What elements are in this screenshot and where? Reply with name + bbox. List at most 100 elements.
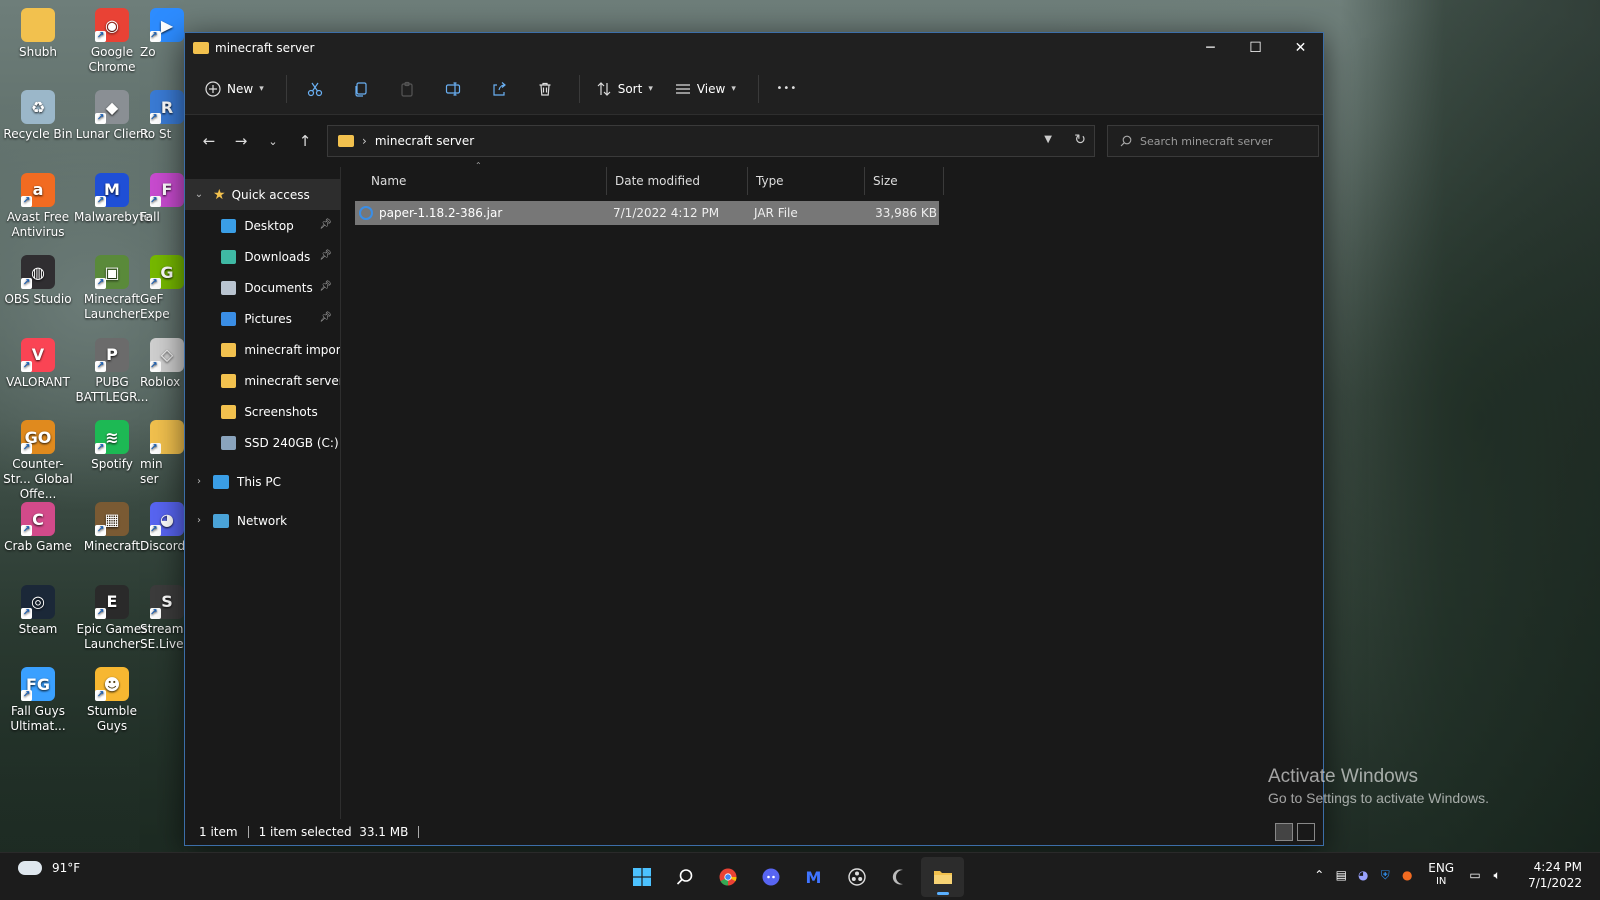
details-view-toggle[interactable] [1275, 823, 1293, 841]
delete-button[interactable] [525, 72, 565, 106]
discord-tray-icon[interactable]: ◕ [1352, 868, 1374, 882]
taskbar-lunar-client[interactable] [878, 857, 921, 897]
volume-icon[interactable]: 🔈︎ [1486, 868, 1508, 883]
pin-icon[interactable]: 📌︎ [319, 281, 332, 292]
network-icon[interactable]: ▭ [1464, 868, 1486, 882]
large-icons-view-toggle[interactable] [1297, 823, 1315, 841]
desktop-icon[interactable]: C ↗ Crab Game [0, 502, 76, 554]
nav-quick-access[interactable]: ⌄ ★ Quick access [185, 179, 340, 210]
shortcut-arrow-icon: ↗ [95, 360, 106, 372]
language-indicator[interactable]: ENG IN [1428, 861, 1454, 889]
collapse-chevron-icon[interactable]: › [185, 515, 213, 526]
app-icon: ☻ ↗ [95, 667, 129, 702]
search-input[interactable] [1140, 134, 1310, 148]
clock[interactable]: 4:24 PM 7/1/2022 [1528, 859, 1582, 891]
taskbar-discord[interactable] [749, 857, 792, 897]
address-bar[interactable]: › minecraft server ▼ ↻ [327, 125, 1095, 157]
tray-app-icon[interactable]: ▤ [1330, 868, 1352, 882]
refresh-icon[interactable]: ↻ [1074, 132, 1086, 148]
desktop-icon[interactable]: R ↗ Ro St [140, 90, 184, 142]
defender-shield-icon[interactable]: ⛨ [1374, 868, 1396, 883]
desktop-icon[interactable]: FG ↗ Fall Guys Ultimat... [0, 667, 76, 734]
desktop-icon[interactable]: F ↗ Fall [140, 172, 184, 225]
weather-widget[interactable]: 91°F [18, 861, 80, 875]
nav-item[interactable]: Downloads 📌︎ [185, 241, 340, 272]
desktop-icon[interactable]: ◍ ↗ OBS Studio [0, 255, 76, 307]
trash-icon [539, 82, 551, 96]
desktop-icon[interactable]: G ↗ GeF Expe [140, 255, 184, 322]
desktop-icon[interactable]: ↗ min ser [140, 420, 184, 487]
nav-item[interactable]: Documents 📌︎ [185, 272, 340, 303]
copy-button[interactable] [341, 72, 381, 106]
minimize-button[interactable]: ─ [1188, 33, 1233, 63]
pin-icon[interactable]: 📌︎ [319, 219, 332, 230]
desktop-icon[interactable]: ♻ Recycle Bin [0, 90, 76, 142]
app-icon: G ↗ [150, 255, 184, 290]
taskbar-search-button[interactable] [663, 857, 706, 897]
column-header-type[interactable]: Type [748, 167, 865, 195]
show-hidden-icons-chevron[interactable]: ⌃ [1308, 868, 1330, 882]
nav-item[interactable]: minecraft server [185, 365, 340, 396]
app-icon-glyph: ◍ [31, 262, 45, 282]
desktop-icon[interactable]: GO ↗ Counter-Str... Global Offe... [0, 420, 76, 502]
column-header-date[interactable]: Date modified [607, 167, 748, 195]
cut-button[interactable] [295, 72, 335, 106]
shortcut-arrow-icon: ↗ [150, 113, 161, 125]
more-options-button[interactable]: ••• [767, 72, 807, 106]
collapse-chevron-icon[interactable]: › [185, 476, 213, 487]
desktop-icon[interactable]: S↗StreamEle... SE.Live [140, 584, 184, 652]
column-header-size[interactable]: Size [865, 167, 944, 195]
avast-tray-icon[interactable]: ● [1396, 868, 1418, 882]
start-button[interactable] [620, 857, 663, 897]
pin-icon[interactable]: 📌︎ [319, 250, 332, 261]
desktop-icon[interactable]: ◇ ↗ Roblox [140, 337, 184, 390]
pin-icon[interactable]: 📌︎ [319, 312, 332, 323]
forward-button[interactable]: → [225, 125, 257, 157]
desktop-icon[interactable]: M ↗ Malwarebyte [74, 172, 151, 225]
taskbar-chrome[interactable] [706, 857, 749, 897]
recent-locations-button[interactable]: ⌄ [257, 125, 289, 157]
nav-network[interactable]: › Network [185, 505, 340, 536]
file-row-selected[interactable]: paper-1.18.2-386.jar 7/1/2022 4:12 PM JA… [355, 201, 939, 225]
close-button[interactable]: ✕ [1278, 33, 1323, 63]
desktop-icon[interactable]: ≋ ↗ Spotify [74, 420, 150, 472]
column-header-name[interactable]: ⌃ Name [355, 161, 607, 195]
desktop-icon[interactable]: ◆ ↗ Lunar Client [74, 90, 150, 142]
nav-item[interactable]: Screenshots [185, 396, 340, 427]
desktop-icon[interactable]: Shubh [0, 8, 76, 60]
title-bar[interactable]: minecraft server ─ ☐ ✕ [185, 33, 1323, 63]
rename-button[interactable] [433, 72, 473, 106]
desktop-icon[interactable]: ▦ ↗ Minecraft [74, 502, 150, 554]
desktop-icon[interactable]: ◕ ↗ Discord [140, 502, 184, 554]
taskbar-obs[interactable] [835, 857, 878, 897]
desktop-icon[interactable]: E ↗ Epic Games Launcher [74, 584, 150, 652]
address-dropdown-icon[interactable]: ▼ [1044, 134, 1052, 145]
up-button[interactable]: ↑ [289, 125, 321, 157]
view-button[interactable]: View ▾ [667, 72, 744, 106]
maximize-button[interactable]: ☐ [1233, 33, 1278, 63]
taskbar-file-explorer[interactable] [921, 857, 964, 897]
sort-button[interactable]: Sort ▾ [588, 72, 661, 106]
taskbar-malwarebytes[interactable]: M [792, 857, 835, 897]
desktop-icon[interactable]: ☻ ↗ Stumble Guys [74, 667, 150, 734]
search-box[interactable] [1107, 125, 1319, 157]
clock-date: 7/1/2022 [1528, 876, 1582, 890]
desktop-icon[interactable]: V ↗ VALORANT [0, 337, 76, 390]
desktop-icon[interactable]: ◎ ↗ Steam [0, 584, 76, 637]
desktop-icon[interactable]: P ↗ PUBG BATTLEGR... [74, 337, 150, 405]
desktop-icon[interactable]: ▣ ↗ Minecraft Launcher [74, 255, 150, 322]
nav-item[interactable]: minecraft importa [185, 334, 340, 365]
nav-this-pc[interactable]: › This PC [185, 466, 340, 497]
expand-chevron-icon[interactable]: ⌄ [185, 189, 213, 200]
share-button[interactable] [479, 72, 519, 106]
paste-button[interactable] [387, 72, 427, 106]
desktop-icon[interactable]: a ↗ Avast Free Antivirus [0, 172, 76, 240]
nav-item[interactable]: SSD 240GB (C:) [185, 427, 340, 458]
new-button[interactable]: New ▾ [197, 72, 272, 106]
breadcrumb-current[interactable]: minecraft server [375, 134, 474, 148]
nav-item[interactable]: Desktop 📌︎ [185, 210, 340, 241]
nav-item[interactable]: Pictures 📌︎ [185, 303, 340, 334]
back-button[interactable]: ← [193, 125, 225, 157]
desktop-icon[interactable]: ◉ ↗ Google Chrome [74, 8, 150, 75]
desktop-icon[interactable]: ▶ ↗ Zo [140, 8, 184, 60]
